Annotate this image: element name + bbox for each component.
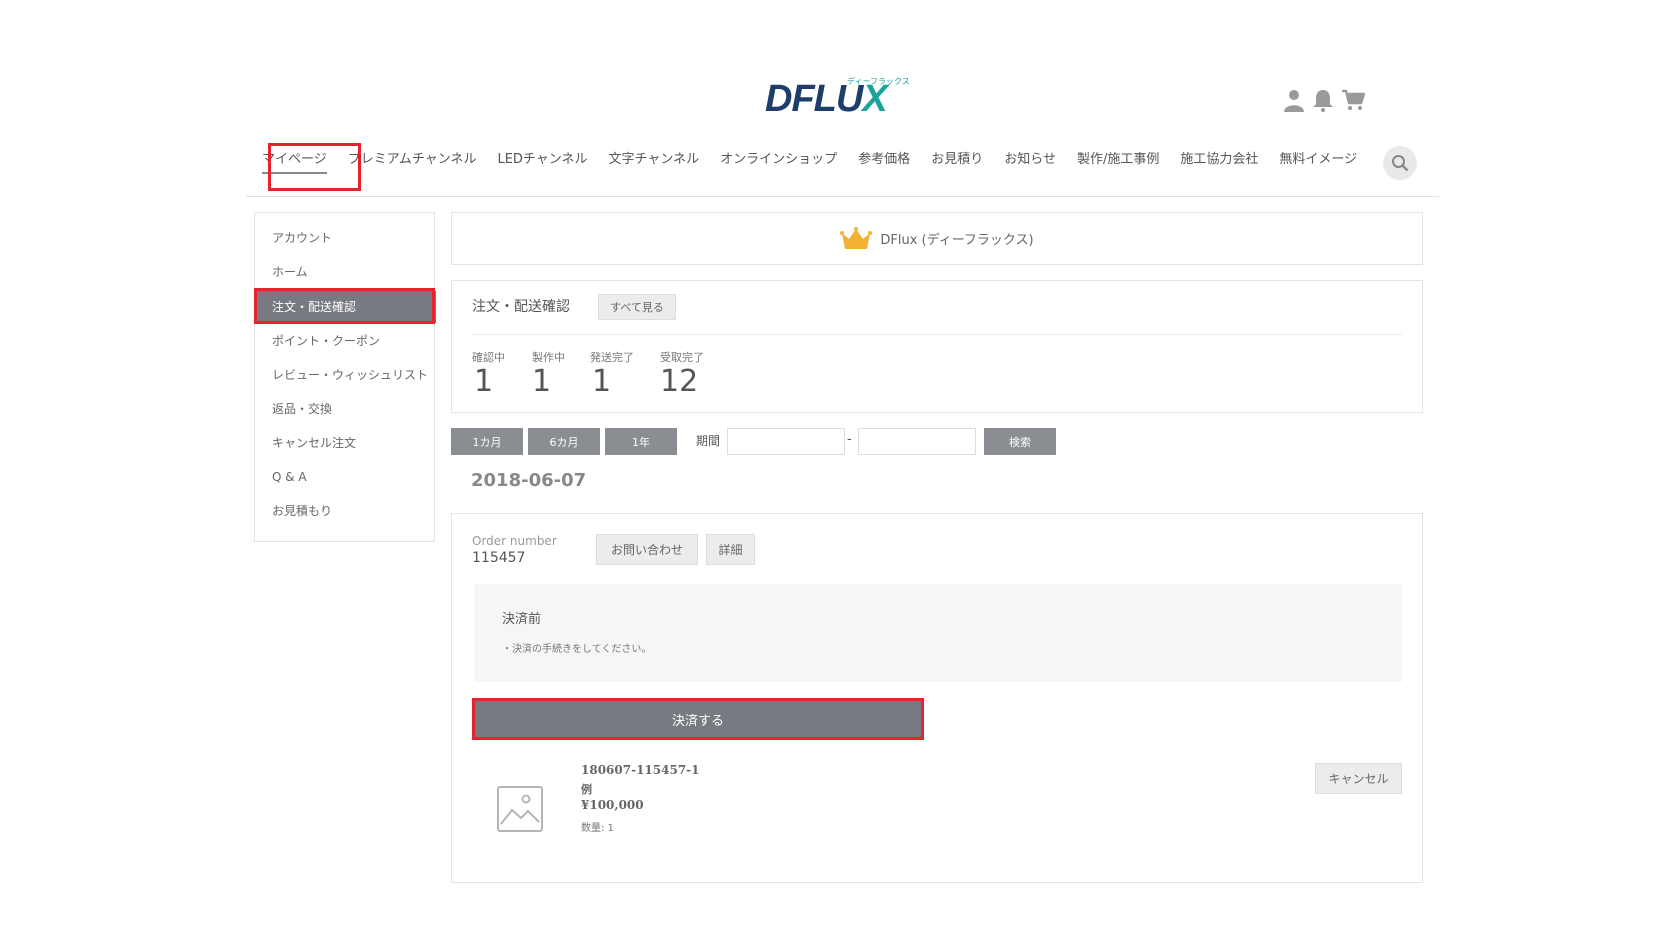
see-all-button[interactable]: すべて見る: [598, 294, 676, 320]
date-from-input[interactable]: [727, 428, 845, 455]
item-code: 180607-115457-1: [581, 763, 700, 777]
stat-label-received: 受取完了: [660, 351, 704, 364]
sidebar: アカウント ホーム 注文・配送確認 ポイント・クーポン レビュー・ウィッシュリス…: [254, 212, 436, 542]
period-1-year-button[interactable]: 1年: [605, 428, 677, 455]
nav-divider: [246, 196, 1439, 197]
item-price: ¥100,000: [581, 798, 644, 812]
nav-item-free-image[interactable]: 無料イメージ: [1279, 140, 1357, 180]
period-1-month-button[interactable]: 1カ月: [451, 428, 523, 455]
status-title: 注文・配送確認: [472, 299, 570, 315]
order-panel: Order number 115457 お問い合わせ 詳細 決済前 ・決済の手続…: [451, 513, 1423, 883]
period-label: 期間: [696, 434, 721, 448]
search-icon: [1392, 155, 1409, 172]
stat-value-confirming[interactable]: 1: [474, 364, 493, 399]
nav-item-cases[interactable]: 製作/施工事例: [1077, 140, 1159, 180]
stat-label-confirming: 確認中: [472, 351, 505, 364]
period-6-month-button[interactable]: 6カ月: [528, 428, 600, 455]
sidebar-item-home[interactable]: ホーム: [255, 256, 436, 288]
date-to-input[interactable]: [858, 428, 976, 455]
payment-status-note: ・決済の手続きをしてください。: [502, 644, 652, 655]
stat-label-producing: 製作中: [532, 351, 565, 364]
order-number: 115457: [472, 550, 526, 566]
detail-button[interactable]: 詳細: [706, 534, 755, 565]
stat-label-shipped: 発送完了: [590, 351, 634, 364]
nav-item-news[interactable]: お知らせ: [1004, 140, 1056, 180]
search-submit-button[interactable]: 検索: [984, 428, 1056, 455]
payment-status-title: 決済前: [502, 612, 542, 627]
search-button[interactable]: [1383, 146, 1417, 180]
order-number-label: Order number: [472, 534, 557, 548]
sidebar-item-cancel-orders[interactable]: キャンセル注文: [255, 427, 436, 459]
sidebar-item-quotes[interactable]: お見積もり: [255, 495, 436, 527]
item-name: 例: [581, 783, 592, 796]
sidebar-item-review-wishlist[interactable]: レビュー・ウィッシュリスト: [255, 359, 436, 391]
status-divider: [472, 334, 1402, 335]
nav-item-reference-price[interactable]: 参考価格: [858, 140, 910, 180]
cart-icon[interactable]: [1341, 88, 1366, 114]
logo-subtitle: ディーフラックス: [847, 77, 910, 86]
nav-item-online-shop[interactable]: オンラインショップ: [720, 140, 837, 180]
bell-icon[interactable]: [1311, 88, 1335, 114]
nav-item-premium-channel[interactable]: プレミアムチャンネル: [348, 140, 477, 180]
stat-value-received[interactable]: 12: [660, 364, 698, 399]
dflux-logo[interactable]: DFLUX ディーフラックス: [765, 76, 915, 126]
inquiry-button[interactable]: お問い合わせ: [596, 534, 698, 565]
item-quantity: 数量: 1: [581, 823, 614, 834]
nav-highlight-box: [268, 143, 361, 191]
sidebar-highlight-box: [254, 288, 435, 324]
sidebar-item-qa[interactable]: Q & A: [255, 461, 436, 493]
crown-icon: [840, 226, 873, 249]
stat-value-shipped[interactable]: 1: [592, 364, 611, 399]
sidebar-item-account[interactable]: アカウント: [255, 222, 436, 254]
order-date: 2018-06-07: [471, 470, 587, 491]
brand-name: DFlux (ディーフラックス): [880, 233, 1034, 248]
cancel-item-button[interactable]: キャンセル: [1315, 763, 1402, 794]
nav-item-letter-channel[interactable]: 文字チャンネル: [609, 140, 700, 180]
product-thumbnail[interactable]: [497, 786, 543, 832]
user-icon[interactable]: [1282, 88, 1306, 114]
sidebar-item-returns[interactable]: 返品・交換: [255, 393, 436, 425]
main-nav: マイページ プレミアムチャンネル LEDチャンネル 文字チャンネル オンラインショップ参…: [262, 140, 1388, 180]
nav-item-led-channel[interactable]: LEDチャンネル: [497, 140, 587, 180]
image-placeholder-icon: [497, 786, 543, 832]
pay-button[interactable]: 決済する: [472, 698, 924, 740]
brand-panel: DFlux (ディーフラックス): [451, 212, 1423, 265]
stat-value-producing[interactable]: 1: [532, 364, 551, 399]
payment-status-box: 決済前 ・決済の手続きをしてください。: [474, 584, 1402, 682]
order-status-panel: 注文・配送確認 すべて見る 確認中 1 製作中 1 発送完了 1 受取完了 12: [451, 280, 1423, 413]
nav-item-partners[interactable]: 施工協力会社: [1180, 140, 1258, 180]
date-separator: -: [847, 432, 852, 447]
nav-item-estimate[interactable]: お見積り: [931, 140, 983, 180]
sidebar-item-points-coupons[interactable]: ポイント・クーポン: [255, 325, 436, 357]
